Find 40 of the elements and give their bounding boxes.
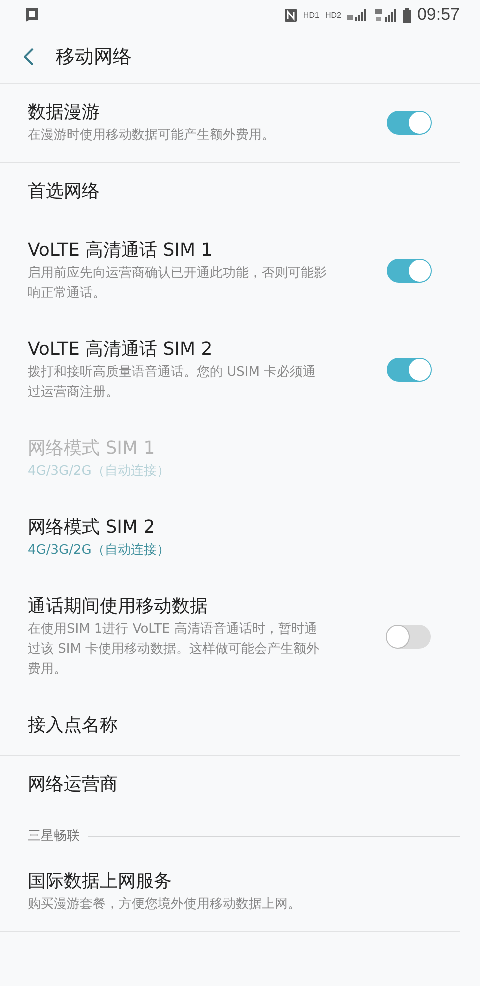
settings-item[interactable]: 网络模式 SIM 2 4G/3G/2G（自动连接） — [0, 499, 460, 578]
settings-item[interactable]: 数据漫游 在漫游时使用移动数据可能产生额外费用。 — [0, 84, 460, 163]
item-subtitle: 拨打和接听高质量语音通话。您的 USIM 卡必须通过运营商注册。 — [28, 364, 318, 402]
item-title: 网络模式 SIM 2 — [28, 516, 156, 540]
item-title: 数据漫游 — [28, 101, 101, 125]
item-title: 国际数据上网服务 — [28, 870, 173, 894]
item-title: 接入点名称 — [28, 714, 119, 738]
settings-item[interactable]: VoLTE 高清通话 SIM 2 拨打和接听高质量语音通话。您的 USIM 卡必须通过运营商注册。 — [0, 321, 460, 420]
settings-item[interactable]: 通话期间使用移动数据 在使用SIM 1进行 VoLTE 高清语音通话时，暂时通过该 SIM 卡使用移动数据。这样做可能会产生额外费用。 — [0, 578, 460, 697]
settings-item[interactable]: 网络运营商 — [0, 756, 460, 815]
hd-indicator: HD2 — [325, 10, 342, 20]
clock: 09:57 — [417, 5, 460, 25]
page-title: 移动网络 — [56, 44, 132, 70]
item-title: VoLTE 高清通话 SIM 1 — [28, 239, 214, 263]
toggle-switch[interactable] — [387, 625, 431, 649]
item-subtitle: 4G/3G/2G（自动连接） — [28, 463, 171, 481]
item-subtitle: 购买漫游套餐，方便您境外使用移动数据上网。 — [28, 896, 302, 914]
settings-item[interactable]: 国际数据上网服务 购买漫游套餐，方便您境外使用移动数据上网。 — [0, 853, 460, 932]
item-subtitle: 在使用SIM 1进行 VoLTE 高清语音通话时，暂时通过该 SIM 卡使用移动数据。这样做可能会产生额外费用。 — [28, 621, 321, 679]
item-subtitle: 在漫游时使用移动数据可能产生额外费用。 — [28, 127, 276, 145]
notification-icon — [26, 8, 38, 22]
settings-item[interactable]: VoLTE 高清通话 SIM 1 启用前应先向运营商确认已开通此功能，否则可能影响正常通话。 — [0, 222, 460, 321]
battery-icon — [403, 8, 412, 22]
toggle-switch[interactable] — [387, 259, 431, 283]
toggle-switch[interactable] — [387, 358, 431, 382]
settings-item[interactable]: 接入点名称 — [0, 697, 460, 756]
item-title: 网络模式 SIM 1 — [28, 437, 156, 461]
signal-icon — [375, 8, 398, 22]
item-subtitle: 4G/3G/2G（自动连接） — [28, 542, 171, 560]
item-title: 首选网络 — [28, 180, 101, 204]
item-subtitle: 启用前应先向运营商确认已开通此功能，否则可能影响正常通话。 — [28, 265, 328, 303]
item-title: 网络运营商 — [28, 773, 119, 797]
toggle-switch[interactable] — [387, 111, 431, 135]
back-button[interactable] — [24, 48, 34, 66]
section-header: 三星畅联 — [28, 828, 80, 845]
item-title: VoLTE 高清通话 SIM 2 — [28, 338, 214, 362]
hd-indicator: HD1 — [303, 10, 320, 20]
nfc-icon — [285, 8, 298, 22]
settings-item[interactable]: 首选网络 — [0, 163, 460, 222]
item-title: 通话期间使用移动数据 — [28, 595, 209, 619]
